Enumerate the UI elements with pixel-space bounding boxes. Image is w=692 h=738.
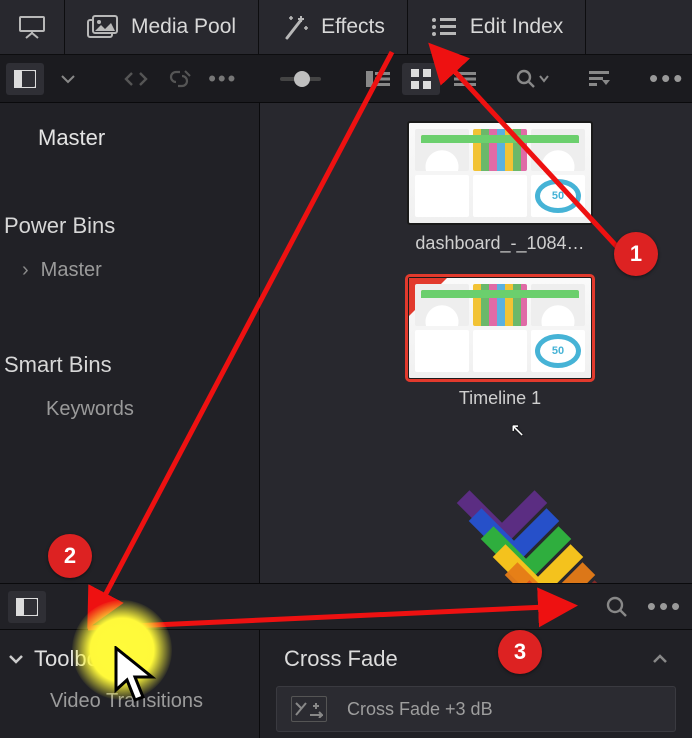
edit-index-label: Edit Index [470,15,563,39]
sidebar-toggle-button[interactable] [6,63,44,95]
grid-view-button[interactable] [402,63,440,95]
more-button-1[interactable]: ••• [204,63,242,95]
search-icon [606,596,628,618]
effects-label: Effects [321,15,385,39]
sort-icon [589,70,611,88]
media-pool-tab[interactable]: Media Pool [65,0,258,54]
chevron-down-icon [8,653,24,665]
sidebar-toggle-icon [16,598,38,616]
lines-icon [454,71,476,87]
magic-wand-icon [281,14,309,40]
bottom-sidebar-toggle[interactable] [8,591,46,623]
list-view-button[interactable] [359,63,397,95]
chevron-right-icon: › [22,259,29,282]
more-button-2[interactable]: ••• [648,63,686,95]
clip-dashboard-label: dashboard_-_1084… [415,233,584,254]
sort-button[interactable] [581,63,619,95]
mouse-cursor-icon: ↖ [510,420,525,441]
crossfade-icon [291,696,327,722]
presentation-tab[interactable] [0,0,64,54]
search-dropdown-button[interactable] [513,63,551,95]
crossfade-item-label: Cross Fade +3 dB [347,699,493,720]
lines-view-button[interactable] [446,63,484,95]
smart-bin-keywords[interactable]: Keywords [0,388,259,431]
smart-bin-keywords-label: Keywords [46,398,134,421]
smart-bins-header: Smart Bins [0,292,259,388]
chevron-up-icon [652,653,668,665]
sidebar-toggle-dropdown[interactable] [50,63,88,95]
video-transitions-item[interactable]: Video Transitions [6,678,259,713]
link-icon [167,70,191,88]
toolbox-label: Toolbox [34,646,110,672]
edit-index-icon [430,16,458,38]
clip-dashboard[interactable]: dashboard_-_1084… [400,121,600,254]
bin-master[interactable]: Master [0,111,259,173]
toolbox-header[interactable]: Toolbox [6,640,259,678]
power-bins-master-label: Master [41,259,102,282]
link-button[interactable] [161,63,199,95]
effects-tab[interactable]: Effects [259,0,407,54]
code-button[interactable] [117,63,155,95]
crossfade-plus3db-item[interactable]: Cross Fade +3 dB [276,686,676,732]
grid-view-icon [411,69,431,89]
power-bins-header: Power Bins [0,173,259,249]
clip-timeline-1[interactable]: ✔ Timeline 1 [400,276,600,409]
code-icon [124,71,148,87]
bottom-more-button[interactable]: ••• [646,591,684,623]
search-icon [516,69,536,89]
thumbnail-size-slider[interactable] [280,77,321,81]
power-bins-master[interactable]: › Master [0,249,259,292]
bottom-search-button[interactable] [598,591,636,623]
clip-timeline-1-label: Timeline 1 [459,388,541,409]
crossfade-section-label: Cross Fade [284,646,398,672]
edit-index-tab[interactable]: Edit Index [408,0,585,54]
list-view-icon [366,71,390,87]
media-pool-icon [87,15,119,39]
collapse-section-button[interactable] [652,648,676,671]
presentation-icon [18,15,46,39]
chevron-down-icon [61,74,75,84]
sidebar-toggle-icon [14,70,36,88]
media-pool-label: Media Pool [131,15,236,39]
chevron-down-icon [539,75,549,83]
